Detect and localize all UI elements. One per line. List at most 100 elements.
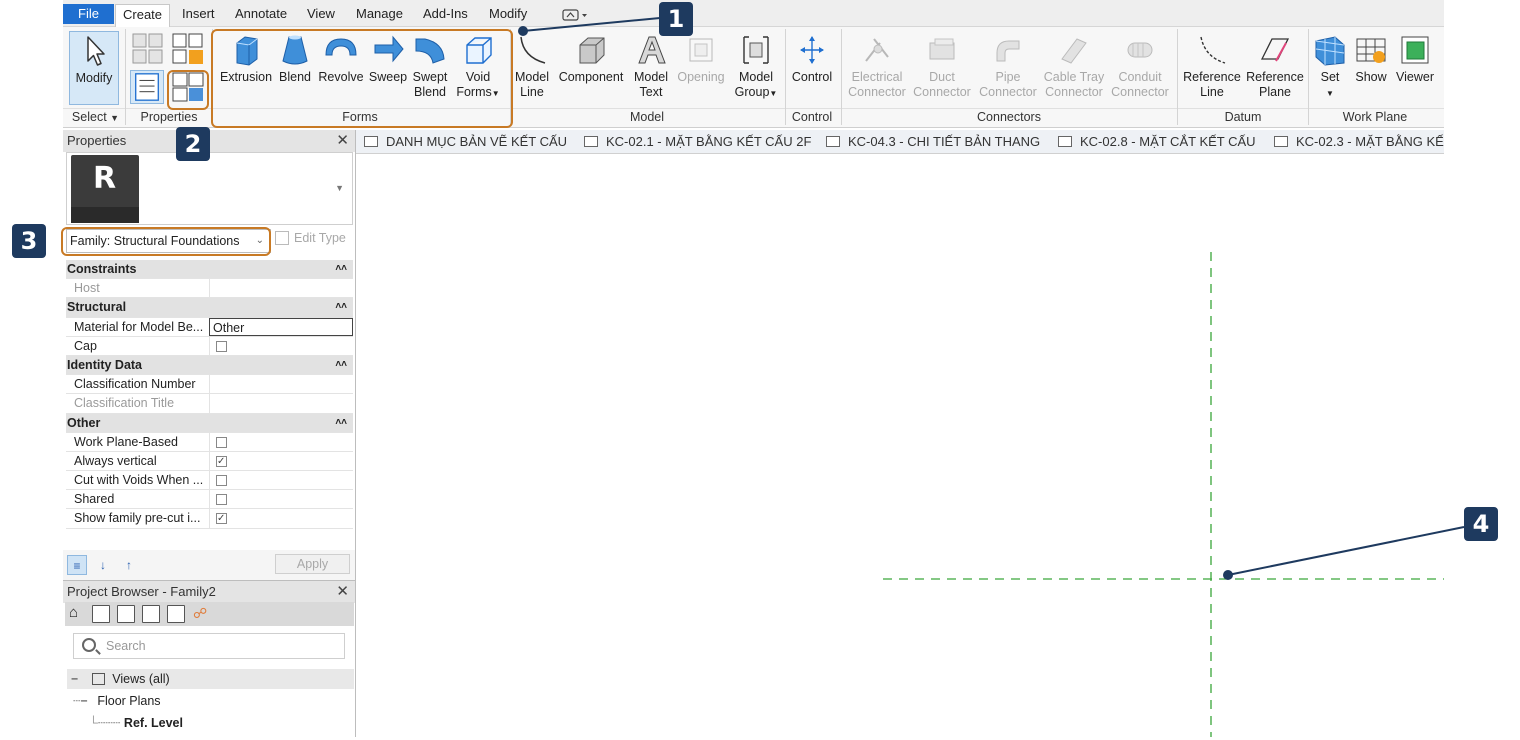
model-text-button[interactable]: Model Text bbox=[629, 31, 673, 100]
file-tab[interactable]: File bbox=[63, 4, 114, 24]
browser-title: Project Browser - Family2 bbox=[63, 581, 355, 603]
tab-drawing-list[interactable]: DANH MỤC BẢN VẼ KẾT CẤU bbox=[364, 130, 567, 153]
component-label: Component bbox=[558, 70, 624, 84]
work-plane-based-checkbox[interactable] bbox=[216, 436, 227, 448]
prop-name: Show family pre-cut i... bbox=[74, 511, 201, 526]
select-panel-dropdown[interactable]: Select ▼ bbox=[68, 110, 123, 124]
tab-manage[interactable]: Manage bbox=[349, 4, 410, 26]
set-work-plane-button[interactable]: Set ▼ bbox=[1312, 31, 1348, 101]
always-vertical-checkbox[interactable] bbox=[216, 453, 227, 471]
prop-row-work-plane-based: Work Plane-Based bbox=[66, 432, 353, 452]
tab-kc-02-3[interactable]: KC-02.3 - MẶT BẰNG KẾT bbox=[1274, 130, 1444, 153]
tree-node-floor-plans[interactable]: ┄− Floor Plans bbox=[73, 693, 161, 708]
reference-plane-label-2: Plane bbox=[1259, 85, 1291, 99]
show-precut-checkbox[interactable] bbox=[216, 510, 227, 528]
tab-kc-02-1[interactable]: KC-02.1 - MẶT BẰNG KẾT CẤU 2F bbox=[584, 130, 811, 153]
prop-name: Cut with Voids When ... bbox=[74, 473, 204, 488]
tab-annotate[interactable]: Annotate bbox=[228, 4, 294, 26]
tree-node-ref-level[interactable]: └┄┄┄ Ref. Level bbox=[89, 715, 183, 730]
sheet-icon bbox=[1058, 136, 1072, 147]
group-constraints[interactable]: Constraints ˄˄ bbox=[66, 260, 353, 280]
show-plane-icon bbox=[1356, 38, 1386, 63]
pipe-connector-button[interactable]: Pipe Connector bbox=[977, 31, 1039, 100]
collapse-toggle-icon[interactable]: − bbox=[71, 672, 78, 686]
prop-row-cap: Cap bbox=[66, 336, 353, 356]
opening-button[interactable]: Opening bbox=[673, 31, 729, 85]
tree-node-views[interactable]: − Views (all) bbox=[67, 669, 354, 689]
reference-plane-button[interactable]: Reference Plane bbox=[1244, 31, 1306, 100]
shared-checkbox[interactable] bbox=[216, 494, 227, 506]
apply-button[interactable]: Apply bbox=[275, 554, 350, 574]
cable-tray-connector-icon bbox=[1061, 38, 1087, 64]
cap-checkbox[interactable] bbox=[216, 340, 227, 352]
cursor-arrow-icon bbox=[87, 36, 105, 66]
type-selector[interactable]: R ▼ bbox=[66, 152, 353, 225]
drawing-canvas[interactable] bbox=[356, 154, 1444, 737]
conduit-label-2: Connector bbox=[1111, 85, 1169, 99]
pipe-label-1: Pipe bbox=[995, 70, 1021, 84]
close-icon[interactable]: ✕ bbox=[336, 131, 349, 149]
home-icon[interactable]: ⌂ bbox=[69, 605, 87, 623]
reference-plane-icon bbox=[1260, 38, 1290, 62]
callout-1: 1 bbox=[659, 2, 693, 36]
properties-palette: Properties ✕ R ▼ Family: Structural Foun… bbox=[63, 130, 356, 580]
contextual-tab-icon[interactable] bbox=[561, 9, 589, 21]
tab-modify[interactable]: Modify bbox=[482, 4, 534, 26]
collapse-icon[interactable]: ˄˄ bbox=[335, 414, 347, 432]
close-icon[interactable]: ✕ bbox=[336, 582, 349, 600]
family-types-icon[interactable] bbox=[170, 31, 206, 67]
connectors-panel-label: Connectors bbox=[977, 110, 1041, 124]
component-button[interactable]: Component bbox=[555, 31, 627, 85]
prop-row-show-precut: Show family pre-cut i... bbox=[66, 509, 353, 529]
prop-value[interactable] bbox=[209, 375, 353, 395]
link-icon[interactable]: ☍ bbox=[193, 605, 211, 623]
model-group-button[interactable]: Model Group▼ bbox=[733, 31, 779, 101]
cut-with-voids-checkbox[interactable] bbox=[216, 475, 227, 487]
tab-view[interactable]: View bbox=[300, 4, 342, 26]
browser-search[interactable] bbox=[73, 633, 345, 659]
opening-label: Opening bbox=[677, 70, 725, 84]
cable-tray-connector-button[interactable]: Cable Tray Connector bbox=[1043, 31, 1105, 100]
tab-create[interactable]: Create bbox=[115, 4, 171, 28]
electrical-connector-button[interactable]: Electrical Connector bbox=[845, 31, 909, 100]
model-line-button[interactable]: Model Line bbox=[512, 31, 552, 100]
modify-button[interactable]: Modify bbox=[69, 31, 119, 105]
sort-ascending-icon[interactable]: ↓ bbox=[93, 555, 113, 575]
collapse-icon[interactable]: ˄˄ bbox=[335, 298, 347, 316]
sheet-icon[interactable] bbox=[142, 605, 160, 623]
select-panel-label: Select bbox=[71, 110, 107, 124]
collapse-icon[interactable]: ˄˄ bbox=[335, 356, 347, 374]
family-icon[interactable] bbox=[167, 605, 185, 623]
reference-line-button[interactable]: Reference Line bbox=[1181, 31, 1243, 100]
tab-kc-02-8[interactable]: KC-02.8 - MẶT CẮT KẾT CẤU bbox=[1058, 130, 1256, 153]
collapse-icon[interactable]: ˄˄ bbox=[335, 260, 347, 278]
properties-toggle-icon[interactable] bbox=[130, 70, 164, 104]
group-other[interactable]: Other ˄˄ bbox=[66, 413, 353, 433]
show-work-plane-button[interactable]: Show bbox=[1351, 31, 1391, 85]
family-category-icon[interactable] bbox=[130, 31, 166, 67]
tab-kc-04-3[interactable]: KC-04.3 - CHI TIẾT BẢN THANG bbox=[826, 130, 1040, 153]
edit-type-button[interactable]: Edit Type bbox=[275, 231, 346, 245]
collapse-toggle-icon[interactable]: − bbox=[81, 694, 88, 708]
viewer-button[interactable]: Viewer bbox=[1393, 31, 1437, 85]
sort-descending-icon[interactable]: ↑ bbox=[119, 555, 139, 575]
tab-add-ins[interactable]: Add-Ins bbox=[416, 4, 475, 26]
conduit-connector-button[interactable]: Conduit Connector bbox=[1107, 31, 1173, 100]
edit-type-icon bbox=[275, 231, 289, 245]
sort-by-group-icon[interactable]: ≡ bbox=[67, 555, 87, 575]
properties-title-text: Properties bbox=[67, 133, 127, 148]
view-icon[interactable] bbox=[92, 605, 110, 623]
search-input[interactable] bbox=[106, 637, 336, 655]
tab-insert[interactable]: Insert bbox=[175, 4, 222, 26]
prop-row-shared: Shared bbox=[66, 490, 353, 510]
view-tab-label: KC-02.3 - MẶT BẰNG KẾT bbox=[1296, 134, 1444, 149]
duct-connector-button[interactable]: Duct Connector bbox=[911, 31, 973, 100]
search-icon bbox=[82, 638, 96, 652]
group-structural[interactable]: Structural ˄˄ bbox=[66, 298, 353, 318]
material-value-field[interactable]: Other bbox=[209, 317, 353, 336]
control-button[interactable]: Control bbox=[787, 31, 837, 85]
browser-toolbar: ⌂ ☍ bbox=[65, 602, 354, 626]
group-identity-data[interactable]: Identity Data ˄˄ bbox=[66, 355, 353, 376]
prop-name: Classification Number bbox=[74, 377, 196, 392]
eraser-icon[interactable] bbox=[117, 605, 135, 623]
